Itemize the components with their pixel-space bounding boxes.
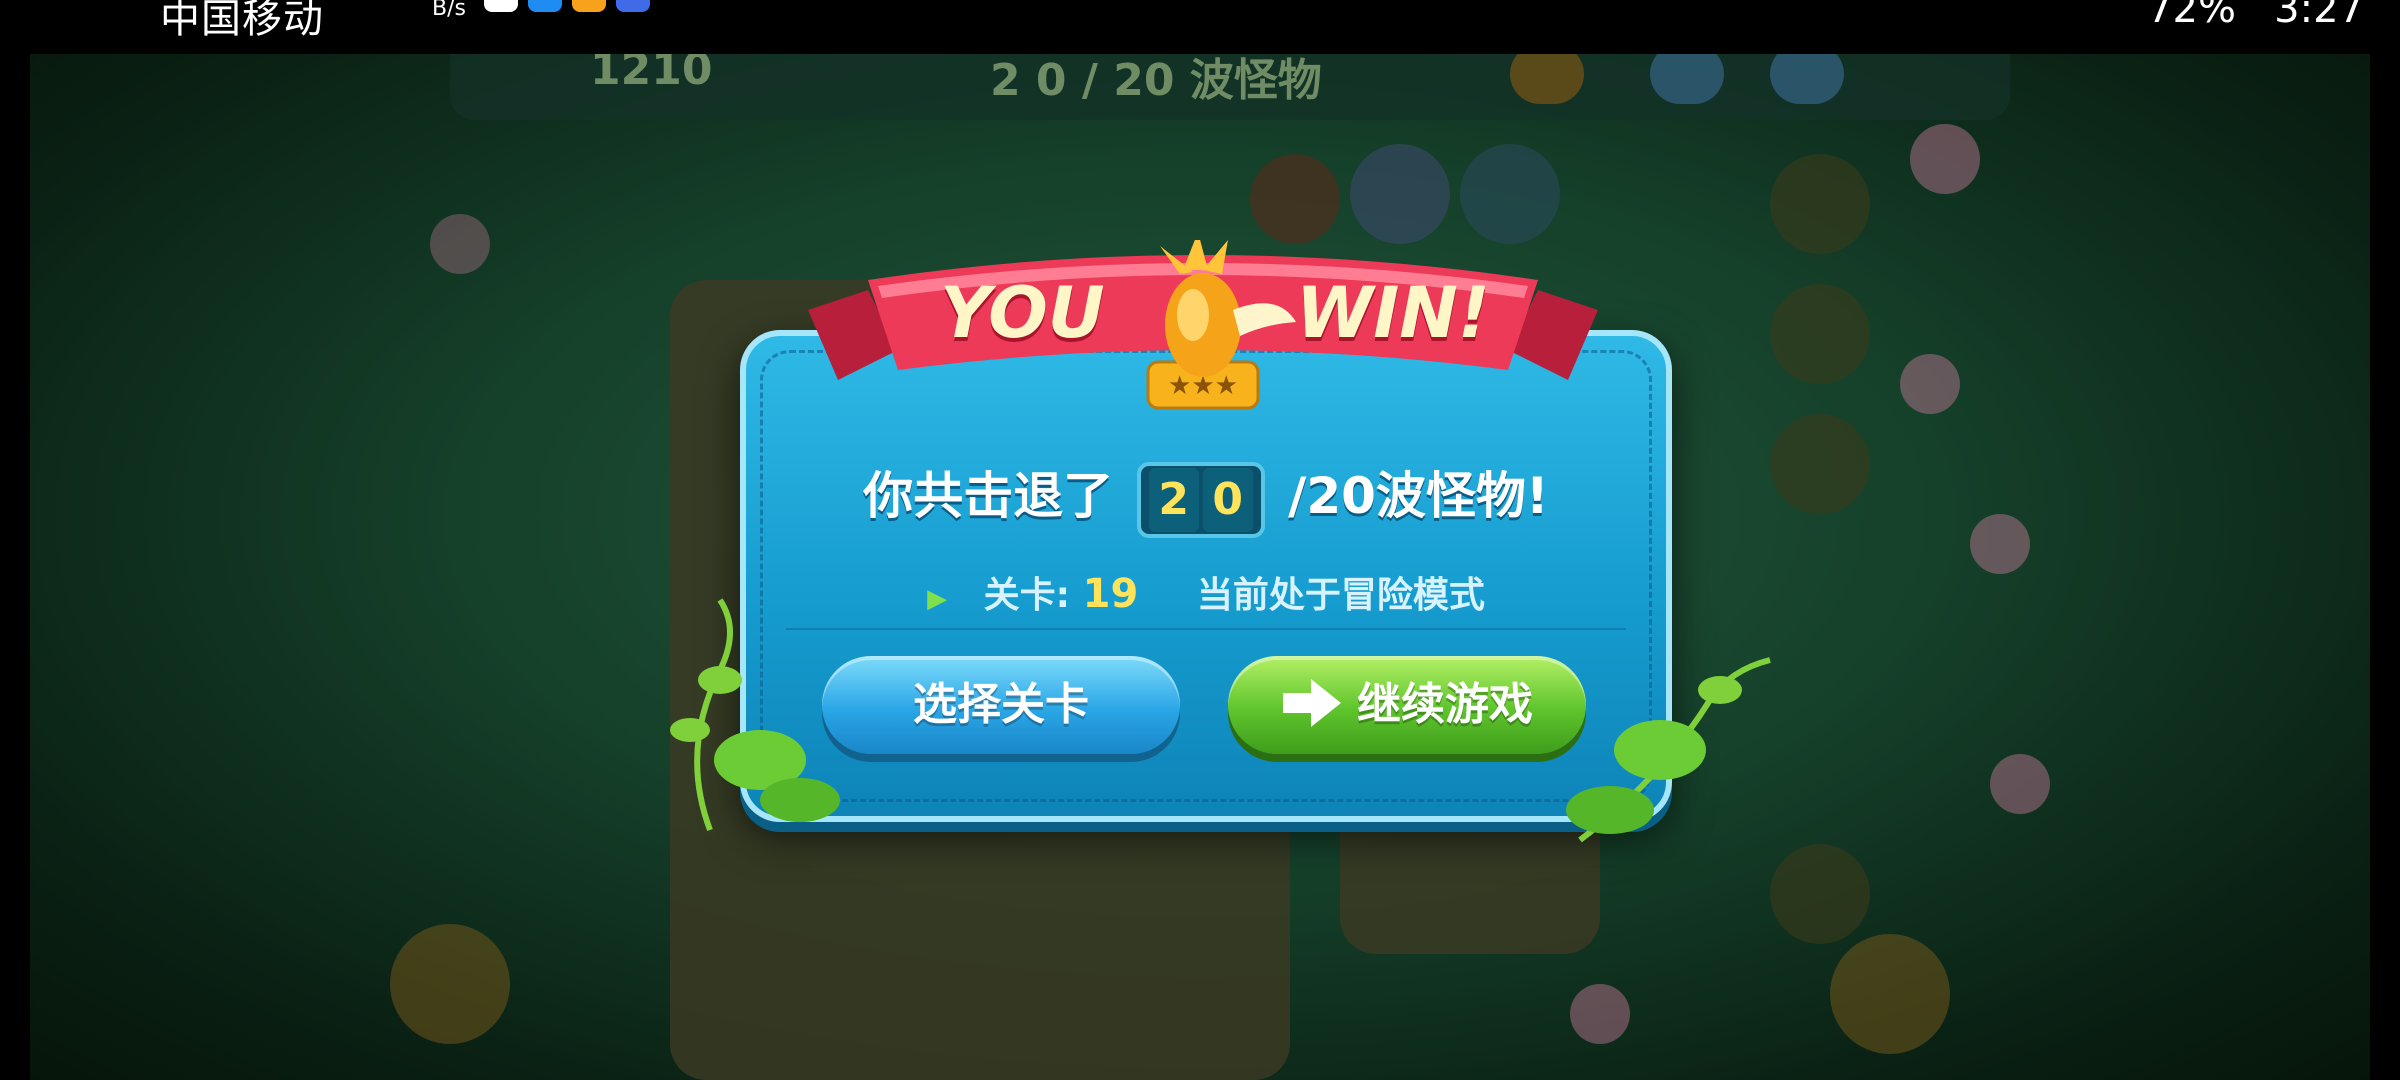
level-value: 19 [1082,571,1139,617]
tower-icon [1350,144,1450,244]
app-notification-icon [528,0,562,12]
select-level-button[interactable]: 选择关卡 [822,656,1180,754]
notification-icons [484,0,650,12]
gold-counter: 1210 [590,54,713,95]
banner-right-text: WIN! [1296,272,1490,354]
status-bar: 中国移动 B/s 72% 3:27 [0,0,2400,54]
arrow-right-icon [1283,679,1341,727]
continue-label: 继续游戏 [1357,679,1533,730]
app-notification-icon [484,0,518,12]
defeated-digit: 2 [1148,467,1199,532]
battery-level: 72% [2147,0,2237,32]
status-right: 72% 3:27 [2147,0,2364,32]
tower-icon [1770,414,1870,514]
pause-button[interactable] [1650,54,1724,104]
continue-game-button[interactable]: 继续游戏 [1228,656,1586,754]
tower-icon [1770,844,1870,944]
monster-icon [1990,754,2050,814]
defeated-suffix: /20波怪物! [1288,467,1549,525]
monster-icon [1910,124,1980,194]
tower-icon [1460,144,1560,244]
tower-icon [1770,284,1870,384]
carrot-icon [1830,934,1950,1054]
tower-icon [1250,154,1340,244]
waves-defeated: 你共击退了 20 /20波怪物! [746,456,1666,538]
monster-icon [430,214,490,274]
leaves-right-decoration [1566,657,1771,843]
monster-icon [1900,354,1960,414]
clock: 3:27 [2274,0,2364,32]
speed-button[interactable] [1510,54,1584,104]
carrot-icon [390,924,510,1044]
level-label: 关卡: [983,575,1071,616]
level-info: ▶ 关卡: 19 当前处于冒险模式 [746,566,1666,618]
mode-text: 当前处于冒险模式 [1196,575,1485,616]
net-speed-unit: B/s [432,0,466,21]
app-notification-icon [572,0,606,12]
menu-button[interactable] [1770,54,1844,104]
wave-counter: 2 0 / 20 波怪物 [990,55,1322,106]
app-notification-icon [616,0,650,12]
defeated-digit: 0 [1202,467,1253,532]
leaves-left-decoration [670,598,840,832]
defeated-counter: 20 [1136,461,1265,538]
play-arrow-icon: ▶ [927,584,948,614]
tower-icon [1770,154,1870,254]
monster-icon [1570,984,1630,1044]
carrier-label: 中国移动 [160,0,324,42]
monster-icon [1970,514,2030,574]
banner-left-text: YOU [940,272,1105,354]
hud-bar: 1210 2 0 / 20 波怪物 [450,54,2010,120]
defeated-prefix: 你共击退了 [863,467,1114,525]
